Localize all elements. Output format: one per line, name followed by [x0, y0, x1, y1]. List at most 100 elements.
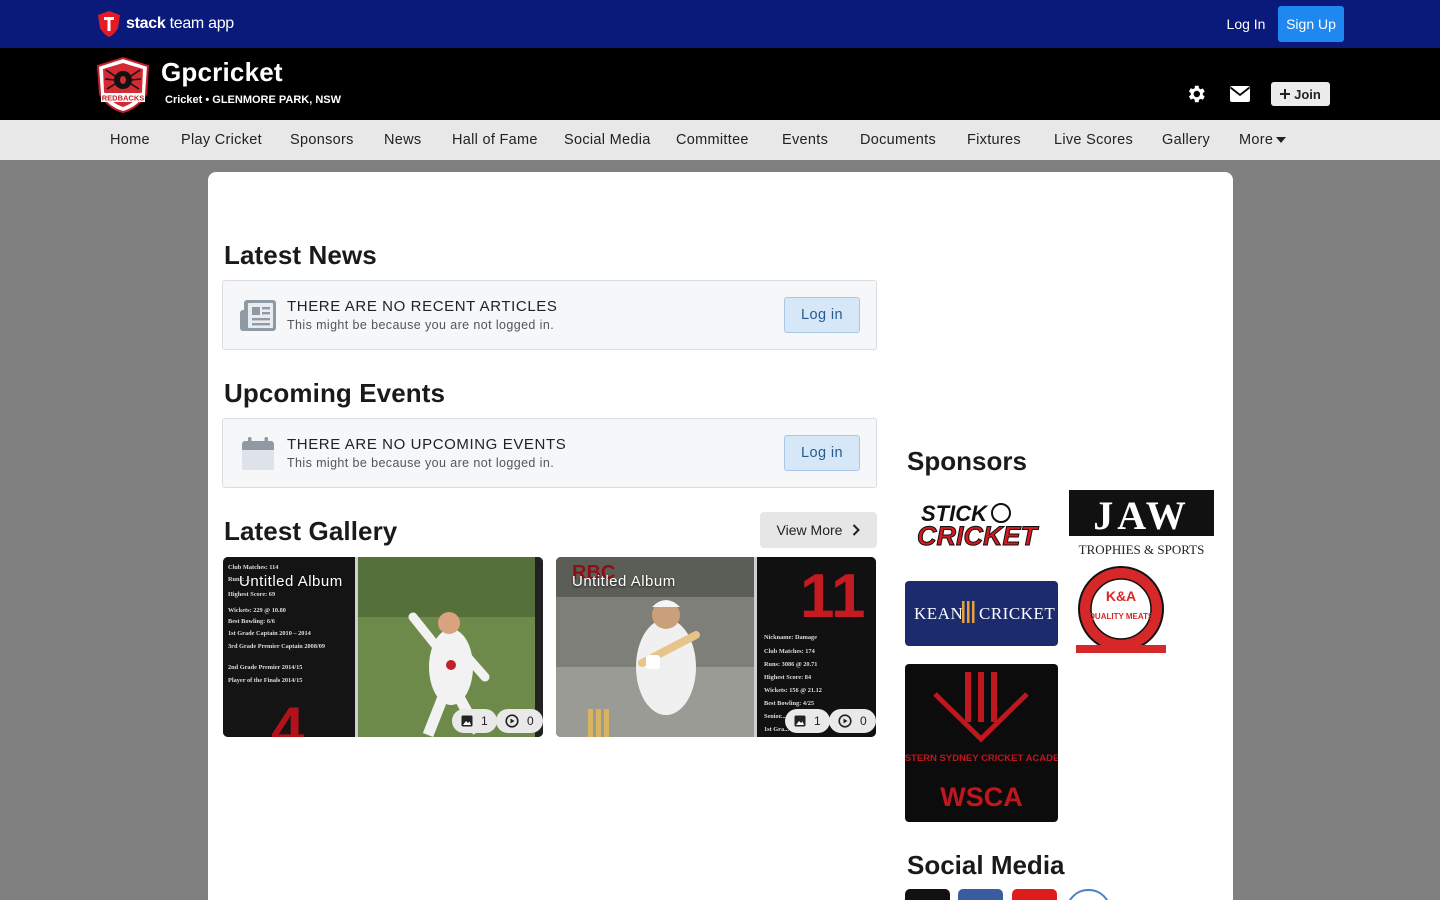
album-1-stat-5: 1st Grade Captain 2010 – 2014 — [228, 630, 312, 637]
album-2-stat-6: Senior... — [764, 713, 786, 720]
join-button[interactable]: Join — [1271, 82, 1330, 106]
album-card[interactable]: RBC 11 Nickname: Damage Club Matches: 17… — [556, 557, 876, 737]
image-icon — [794, 715, 806, 727]
x-icon[interactable] — [905, 889, 950, 900]
nav-item-committee[interactable]: Committee — [676, 120, 749, 160]
album-1-stat-2: Highest Score: 69 — [228, 591, 275, 598]
wsca-line2: WSCA — [940, 782, 1023, 812]
album-1-stat-3: Wickets: 229 @ 10.80 — [228, 607, 286, 614]
album-1-number: 4 — [271, 695, 305, 737]
image-icon — [461, 715, 473, 727]
album-1-stat-4: Best Bowling: 6/6 — [228, 618, 275, 625]
jaw-line2: TROPHIES & SPORTS — [1079, 542, 1205, 557]
ka-line2: QUALITY MEATS — [1089, 612, 1154, 621]
events-empty-subtitle: This might be because you are not logged… — [287, 456, 555, 470]
stack-team-app-logo[interactable]: stack team app — [96, 9, 234, 39]
nav-item-play-cricket[interactable]: Play Cricket — [181, 120, 262, 160]
club-name: Gpcricket — [161, 57, 283, 87]
social-media-heading: Social Media — [907, 850, 1065, 880]
photo-count: 1 — [481, 714, 488, 728]
album-title: Untitled Album — [572, 573, 676, 590]
photo-count: 1 — [814, 714, 821, 728]
album-1-stat-6: 3rd Grade Premier Captain 2008/09 — [228, 643, 325, 650]
nav-item-events[interactable]: Events — [782, 120, 828, 160]
album-1-stat-7: 2nd Grade Premier 2014/15 — [228, 664, 302, 671]
photo-count-badge: 1 — [452, 709, 497, 733]
news-empty-title: THERE ARE NO RECENT ARTICLES — [287, 298, 558, 315]
nav-item-documents[interactable]: Documents — [860, 120, 936, 160]
stick-cricket-line2: CRICKET — [917, 521, 1040, 551]
album-2-stat-1: Club Matches: 174 — [764, 648, 816, 655]
album-2-stat-2: Runs: 3086 @ 20.71 — [764, 661, 817, 668]
view-more-label: View More — [776, 522, 843, 538]
signup-button[interactable]: Sign Up — [1278, 6, 1344, 42]
play-circle-icon — [505, 714, 519, 728]
events-empty-title: THERE ARE NO UPCOMING EVENTS — [287, 436, 567, 453]
events-login-button[interactable]: Log in — [784, 435, 860, 471]
nav-item-fixtures[interactable]: Fixtures — [967, 120, 1021, 160]
album-card[interactable]: Club Matches: 114 Runs: ... Highest Scor… — [223, 557, 543, 737]
video-count-badge: 0 — [829, 709, 876, 733]
ka-quality-meats-logo: K&A QUALITY MEATS — [1076, 566, 1166, 653]
facebook-icon[interactable] — [958, 889, 1003, 900]
calendar-icon — [242, 437, 274, 470]
video-count: 0 — [527, 714, 534, 728]
photo-count-badge: 1 — [785, 709, 830, 733]
mail-icon[interactable] — [1229, 85, 1251, 103]
kean-cricket-logo: KEAN CRICKET — [914, 601, 1055, 623]
sponsor-kean-cricket[interactable]: KEAN CRICKET — [905, 581, 1058, 646]
sponsor-stick-cricket[interactable]: STICK CRICKET — [905, 487, 1055, 562]
club-subtitle: Cricket • GLENMORE PARK, NSW — [165, 94, 341, 106]
nav-item-more[interactable]: More — [1239, 120, 1287, 160]
plus-icon — [1280, 89, 1291, 99]
nav-item-news[interactable]: News — [384, 120, 421, 160]
chevron-right-icon — [853, 524, 861, 536]
newspaper-icon — [240, 300, 276, 331]
events-empty-state: THERE ARE NO UPCOMING EVENTS This might … — [222, 418, 877, 488]
wsca-line1: WESTERN SYDNEY CRICKET ACADEMY — [905, 753, 1058, 764]
gear-icon[interactable] — [1185, 83, 1207, 105]
nav-item-home[interactable]: Home — [110, 120, 150, 160]
stack-shield-icon — [98, 11, 120, 37]
album-1-stat-0: Club Matches: 114 — [228, 564, 279, 571]
album-2-stat-5: Best Bowling: 4/25 — [764, 700, 814, 707]
news-empty-subtitle: This might be because you are not logged… — [287, 318, 555, 332]
youtube-icon[interactable] — [1012, 889, 1057, 900]
stick-cricket-logo: STICK CRICKET — [917, 501, 1041, 552]
album-1-stat-8: Player of the Finals 2014/15 — [228, 677, 302, 684]
play-circle-icon — [838, 714, 852, 728]
view-more-button[interactable]: View More — [760, 512, 877, 548]
ka-line1: K&A — [1106, 588, 1136, 604]
kean-line2: CRICKET — [979, 604, 1055, 623]
caret-down-icon — [1276, 137, 1287, 144]
album-2-stat-0: Nickname: Damage — [764, 634, 817, 641]
jaw-line1: JAW — [1093, 493, 1189, 538]
album-2-stat-4: Wickets: 156 @ 21.12 — [764, 687, 822, 694]
brand-text: stack team app — [126, 15, 234, 32]
wsca-logo: WESTERN SYDNEY CRICKET ACADEMY WSCA — [905, 672, 1058, 812]
upcoming-events-heading: Upcoming Events — [224, 378, 446, 408]
join-label: Join — [1294, 86, 1321, 102]
nav-item-live-scores[interactable]: Live Scores — [1054, 120, 1133, 160]
news-login-button[interactable]: Log in — [784, 297, 860, 333]
nav-item-social-media[interactable]: Social Media — [564, 120, 651, 160]
latest-gallery-heading: Latest Gallery — [224, 516, 398, 546]
album-title: Untitled Album — [239, 573, 343, 590]
sponsors-heading: Sponsors — [907, 446, 1027, 476]
club-logo-text: REDBACKS — [102, 94, 145, 103]
nav-item-hall-of-fame[interactable]: Hall of Fame — [452, 120, 538, 160]
nav-item-gallery[interactable]: Gallery — [1162, 120, 1210, 160]
kean-line1: KEAN — [914, 604, 963, 623]
club-logo[interactable]: REDBACKS — [94, 56, 152, 114]
login-link[interactable]: Log In — [1219, 12, 1273, 36]
jaw-trophies-logo: JAW TROPHIES & SPORTS — [1069, 490, 1214, 557]
sponsor-jaw-trophies[interactable]: JAW TROPHIES & SPORTS — [1068, 487, 1215, 562]
main-nav: Home Play Cricket Sponsors News Hall of … — [0, 120, 1440, 160]
video-count-badge: 0 — [496, 709, 543, 733]
nav-more-label: More — [1239, 132, 1274, 148]
album-2-number: 11 — [800, 562, 866, 631]
latest-news-heading: Latest News — [224, 240, 377, 270]
sponsor-ka-quality-meats[interactable]: K&A QUALITY MEATS — [1068, 565, 1173, 660]
sponsor-wsca[interactable]: WESTERN SYDNEY CRICKET ACADEMY WSCA — [905, 664, 1058, 822]
nav-item-sponsors[interactable]: Sponsors — [290, 120, 354, 160]
